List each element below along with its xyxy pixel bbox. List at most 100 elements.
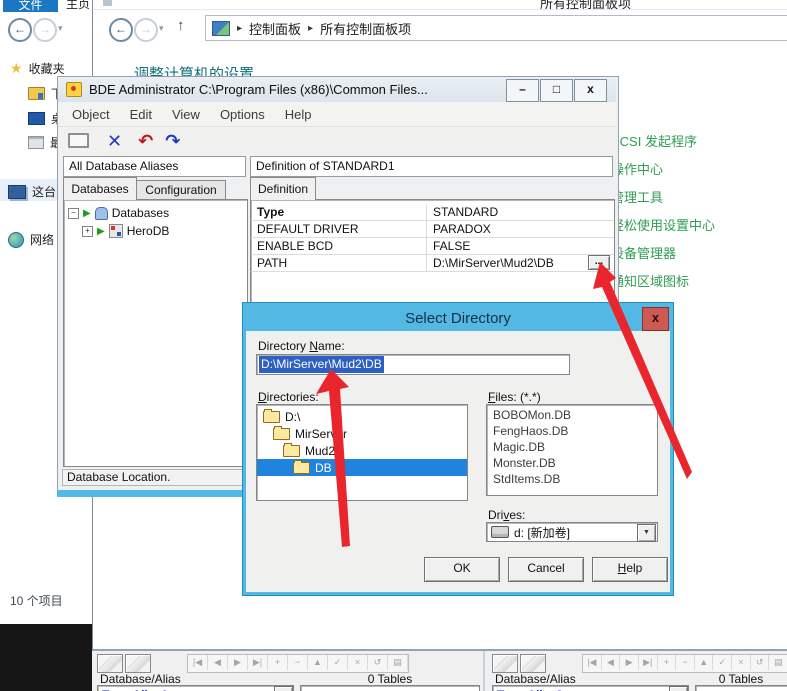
tab-databases[interactable]: Databases (63, 177, 137, 200)
redo-icon[interactable]: ↷ (165, 132, 180, 150)
nav-insert-icon[interactable]: + (268, 655, 288, 670)
tree-item-herodb[interactable]: + ▶ HeroDB (82, 224, 169, 238)
bde-title-bar[interactable]: BDE Administrator C:\Program Files (x86)… (58, 77, 616, 102)
collapse-minus-icon[interactable]: − (68, 208, 79, 219)
menu-options[interactable]: Options (220, 107, 265, 122)
nav-last-icon[interactable]: ▶| (639, 655, 658, 670)
nav-cancel-icon[interactable]: × (732, 655, 751, 670)
nav-edit-icon[interactable]: ▲ (308, 655, 328, 670)
tab-configuration[interactable]: Configuration (136, 180, 226, 200)
nav-cancel-icon[interactable]: × (348, 655, 368, 670)
nav-menu-icon[interactable]: ▤ (388, 655, 408, 670)
file-item[interactable]: StdItems.DB (493, 471, 657, 487)
alias-combobox[interactable]: TownAlias2 ▼ (492, 685, 689, 691)
ok-button[interactable]: OK (424, 557, 500, 582)
link-ease-of-access[interactable]: 轻松使用设置中心 (611, 215, 715, 243)
directory-item[interactable]: Mud2 (257, 442, 467, 459)
tree-item-databases[interactable]: − ▶ Databases (68, 206, 169, 220)
delete-x-icon[interactable]: ✕ (107, 132, 122, 150)
maximize-button[interactable]: □ (540, 79, 573, 102)
sidebar-favorites[interactable]: ★ 收藏夹 (10, 60, 65, 77)
sidebar-item-network[interactable]: 网络 (8, 231, 54, 248)
chevron-down-icon[interactable]: ▾ (58, 23, 63, 34)
menu-view[interactable]: View (172, 107, 200, 122)
close-icon[interactable]: x (642, 307, 669, 331)
nav-first-icon[interactable]: |◀ (188, 655, 208, 670)
open-folder-icon (293, 462, 310, 474)
nav-edit-icon[interactable]: ▲ (695, 655, 714, 670)
tab-file[interactable]: 文件 (3, 0, 58, 12)
nav-refresh-icon[interactable]: ↺ (751, 655, 770, 670)
database-alias-label: Database/Alias (100, 672, 181, 686)
tool-button-icon[interactable] (97, 654, 123, 673)
tool-button-icon[interactable] (125, 654, 151, 673)
nav-menu-icon[interactable]: ▤ (769, 655, 787, 670)
tab-definition[interactable]: Definition (250, 177, 316, 200)
nav-next-icon[interactable]: ▶ (620, 655, 639, 670)
up-icon[interactable]: ↑ (177, 17, 185, 34)
directory-item-selected[interactable]: DB (257, 459, 467, 476)
nav-post-icon[interactable]: ✓ (328, 655, 348, 670)
nav-prior-icon[interactable]: ◀ (208, 655, 228, 670)
menu-help[interactable]: Help (285, 107, 312, 122)
link-admin-tools[interactable]: 管理工具 (611, 187, 715, 215)
directory-item[interactable]: MirServer (257, 425, 467, 442)
close-button[interactable]: x (574, 79, 607, 102)
file-item[interactable]: Magic.DB (493, 439, 657, 455)
breadcrumb-item-control-panel[interactable]: 控制面板 (249, 19, 301, 38)
forward-icon[interactable]: → (33, 18, 57, 42)
tool-button-icon[interactable] (520, 654, 546, 673)
nav-next-icon[interactable]: ▶ (228, 655, 248, 670)
tool-button-icon[interactable] (492, 654, 518, 673)
expand-plus-icon[interactable]: + (82, 226, 93, 237)
directory-item[interactable]: D:\ (257, 408, 467, 425)
ellipsis-button[interactable]: ... (588, 255, 610, 270)
files-listbox[interactable]: BOBOMon.DB FengHaos.DB Magic.DB Monster.… (486, 404, 658, 496)
directories-listbox[interactable]: D:\ MirServer Mud2 DB (256, 404, 468, 501)
back-icon[interactable]: ← (109, 18, 133, 42)
forward-icon[interactable]: → (134, 18, 158, 42)
menu-object[interactable]: Object (72, 107, 110, 122)
nav-insert-icon[interactable]: + (658, 655, 677, 670)
db-navigator[interactable]: |◀ ◀ ▶ ▶| + − ▲ ✓ × ↺ ▤ (582, 654, 787, 673)
dialog-title-bar[interactable]: Select Directory x (246, 306, 670, 331)
alias-combobox[interactable]: TownAlias1 ▼ (97, 685, 294, 691)
breadcrumb-item-all-items[interactable]: 所有控制面板项 (320, 19, 411, 38)
chevron-down-icon[interactable]: ▼ (637, 524, 656, 542)
green-arrow-icon: ▶ (97, 226, 105, 237)
bottom-app-window: |◀ ◀ ▶ ▶| + − ▲ ✓ × ↺ ▤ Database/Alias 0… (92, 650, 787, 691)
open-folder-icon[interactable] (68, 133, 89, 148)
link-device-manager[interactable]: 设备管理器 (611, 243, 715, 271)
directory-name-input[interactable]: D:\MirServer\Mud2\DB (256, 354, 570, 375)
nav-refresh-icon[interactable]: ↺ (368, 655, 388, 670)
open-folder-icon (273, 428, 290, 440)
nav-delete-icon[interactable]: − (676, 655, 695, 670)
undo-icon[interactable]: ↶ (138, 132, 153, 150)
nav-prior-icon[interactable]: ◀ (602, 655, 621, 670)
nav-delete-icon[interactable]: − (288, 655, 308, 670)
link-notification-icons[interactable]: 通知区域图标 (611, 271, 715, 299)
menu-edit[interactable]: Edit (130, 107, 152, 122)
minimize-button[interactable]: – (506, 79, 539, 102)
nav-last-icon[interactable]: ▶| (248, 655, 268, 670)
file-item[interactable]: Monster.DB (493, 455, 657, 471)
tables-listbox[interactable] (695, 685, 787, 691)
file-item[interactable]: BOBOMon.DB (493, 407, 657, 423)
back-icon[interactable]: ← (8, 18, 32, 42)
nav-post-icon[interactable]: ✓ (713, 655, 732, 670)
chevron-down-icon[interactable]: ▼ (274, 686, 293, 691)
chevron-down-icon[interactable]: ▼ (669, 686, 688, 691)
chevron-down-icon[interactable]: ▾ (159, 23, 164, 34)
link-action-center[interactable]: 操作中心 (611, 159, 715, 187)
link-iscsi-initiator[interactable]: SCSI 发起程序 (611, 131, 715, 159)
cancel-button[interactable]: Cancel (508, 557, 584, 582)
db-navigator[interactable]: |◀ ◀ ▶ ▶| + − ▲ ✓ × ↺ ▤ (187, 654, 409, 673)
tables-listbox[interactable] (300, 685, 480, 691)
nav-first-icon[interactable]: |◀ (583, 655, 602, 670)
help-button[interactable]: Help (592, 557, 668, 582)
breadcrumb[interactable]: ▸ 控制面板 ▸ 所有控制面板项 (205, 15, 787, 41)
file-item[interactable]: FengHaos.DB (493, 423, 657, 439)
bde-window-title: BDE Administrator C:\Program Files (x86)… (89, 82, 428, 97)
items-count-status: 10 个项目 (10, 592, 63, 609)
drives-combobox[interactable]: d: [新加卷] ▼ (486, 522, 658, 542)
